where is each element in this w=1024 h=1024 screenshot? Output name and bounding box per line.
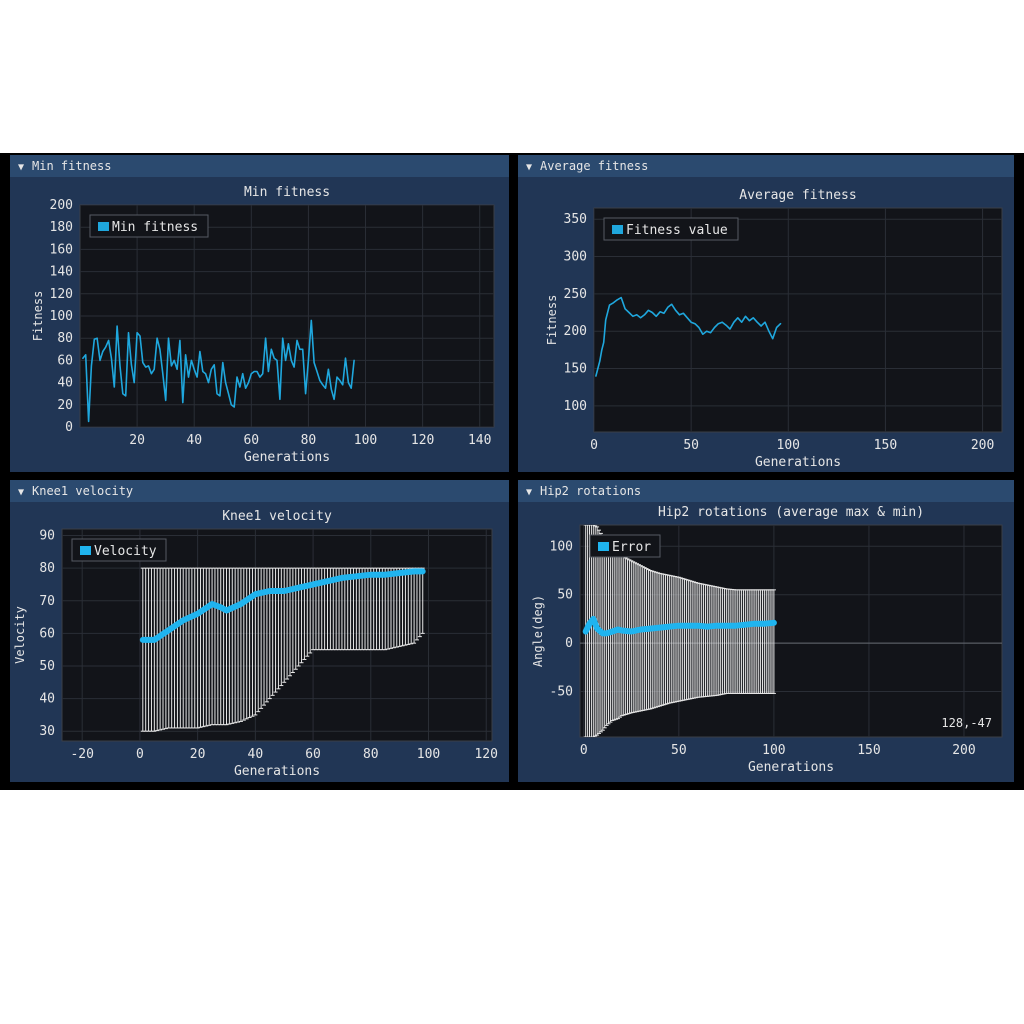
y-tick-label: 180 — [50, 220, 73, 235]
x-tick-label: 0 — [580, 743, 588, 758]
x-tick-label: 200 — [971, 438, 994, 453]
y-tick-label: 40 — [39, 692, 55, 707]
legend-label: Min fitness — [112, 220, 198, 235]
y-tick-label: 100 — [564, 399, 587, 414]
x-tick-label: 60 — [243, 433, 259, 448]
x-tick-label: 80 — [363, 747, 379, 762]
y-axis-label: Angle(deg) — [531, 595, 545, 667]
y-tick-label: 200 — [50, 198, 73, 213]
legend-swatch — [612, 225, 623, 234]
y-tick-label: 120 — [50, 287, 73, 302]
x-tick-label: 100 — [777, 438, 800, 453]
x-tick-label: 20 — [129, 433, 145, 448]
x-tick-label: 40 — [186, 433, 202, 448]
y-axis-label: Fitness — [31, 291, 45, 342]
dashboard: ▼ Min fitness Min fitness 20 40 60 80 100 120 14… — [0, 153, 1024, 790]
y-tick-label: 50 — [557, 588, 573, 603]
x-tick-label: 60 — [305, 747, 321, 762]
mouse-position-readout: 128,-47 — [941, 716, 992, 730]
y-axis-label: Fitness — [545, 295, 559, 346]
triangle-down-icon[interactable]: ▼ — [526, 482, 540, 502]
x-tick-label: 100 — [762, 743, 785, 758]
y-tick-label: 80 — [39, 561, 55, 576]
x-axis-label: Generations — [244, 450, 330, 465]
chart-title: Knee1 velocity — [222, 509, 332, 524]
window-title: Min fitness — [32, 159, 112, 173]
legend-swatch — [98, 222, 109, 231]
x-tick-label: 140 — [468, 433, 491, 448]
y-tick-label: 70 — [39, 594, 55, 609]
x-tick-label: 40 — [248, 747, 264, 762]
window-title: Average fitness — [540, 159, 649, 173]
y-tick-label: -50 — [550, 685, 573, 700]
y-tick-label: 250 — [564, 287, 587, 302]
x-tick-label: 150 — [857, 743, 880, 758]
window-titlebar[interactable]: ▼ Average fitness — [518, 155, 1014, 177]
window-title: Knee1 velocity — [32, 484, 134, 498]
x-tick-label: 100 — [417, 747, 440, 762]
legend-swatch — [598, 542, 609, 551]
y-tick-label: 60 — [57, 353, 73, 368]
y-tick-label: 60 — [39, 626, 55, 641]
x-tick-label: 100 — [354, 433, 377, 448]
hip2-rotations-chart[interactable]: Hip2 rotations (average max & min) 0 50 100… — [518, 502, 1014, 782]
y-tick-label: 20 — [57, 398, 73, 413]
triangle-down-icon[interactable]: ▼ — [18, 482, 32, 502]
y-tick-label: 30 — [39, 724, 55, 739]
y-tick-label: 100 — [50, 309, 73, 324]
x-tick-label: 50 — [683, 438, 699, 453]
x-tick-label: 150 — [874, 438, 897, 453]
x-axis-label: Generations — [748, 760, 834, 775]
x-tick-label: 50 — [671, 743, 687, 758]
y-tick-label: 150 — [564, 362, 587, 377]
y-tick-label: 100 — [550, 539, 573, 554]
y-tick-label: 40 — [57, 376, 73, 391]
legend-label: Error — [612, 540, 651, 555]
window-knee1-velocity: ▼ Knee1 velocity Knee1 velocity -20 0 20 40 60… — [10, 480, 509, 782]
x-tick-label: -20 — [70, 747, 93, 762]
window-average-fitness: ▼ Average fitness Average fitness 0 50 100 15… — [518, 155, 1014, 472]
legend-swatch — [80, 546, 91, 555]
window-titlebar[interactable]: ▼ Min fitness — [10, 155, 509, 177]
chart-title: Hip2 rotations (average max & min) — [658, 505, 924, 520]
knee1-velocity-chart[interactable]: Knee1 velocity -20 0 20 40 60 80 100 120 30 40 50 60… — [10, 502, 509, 782]
y-tick-label: 160 — [50, 242, 73, 257]
y-tick-label: 0 — [65, 420, 73, 435]
triangle-down-icon[interactable]: ▼ — [18, 157, 32, 177]
x-tick-label: 200 — [952, 743, 975, 758]
y-axis-label: Velocity — [13, 606, 27, 664]
x-tick-label: 0 — [136, 747, 144, 762]
x-tick-label: 120 — [411, 433, 434, 448]
window-min-fitness: ▼ Min fitness Min fitness 20 40 60 80 100 120 14… — [10, 155, 509, 472]
window-title: Hip2 rotations — [540, 484, 642, 498]
x-tick-label: 20 — [190, 747, 206, 762]
y-tick-label: 80 — [57, 331, 73, 346]
y-tick-label: 350 — [564, 212, 587, 227]
chart-title: Average fitness — [739, 188, 856, 203]
x-tick-label: 80 — [301, 433, 317, 448]
average-fitness-chart[interactable]: Average fitness 0 50 100 150 200 100 150 200 250 3… — [518, 177, 1014, 472]
y-tick-label: 50 — [39, 659, 55, 674]
x-axis-label: Generations — [234, 764, 320, 779]
legend-label: Fitness value — [626, 223, 728, 238]
x-tick-label: 0 — [590, 438, 598, 453]
y-tick-label: 200 — [564, 324, 587, 339]
y-tick-label: 90 — [39, 529, 55, 544]
window-titlebar[interactable]: ▼ Knee1 velocity — [10, 480, 509, 502]
chart-title: Min fitness — [244, 185, 330, 200]
window-titlebar[interactable]: ▼ Hip2 rotations — [518, 480, 1014, 502]
triangle-down-icon[interactable]: ▼ — [526, 157, 540, 177]
min-fitness-chart[interactable]: Min fitness 20 40 60 80 100 120 140 0 20 40 60 80 100… — [10, 177, 509, 472]
x-axis-label: Generations — [755, 455, 841, 470]
plot-area — [593, 207, 1003, 433]
legend-label: Velocity — [94, 544, 157, 559]
x-tick-label: 120 — [474, 747, 497, 762]
y-tick-label: 300 — [564, 250, 587, 265]
window-hip2-rotations: ▼ Hip2 rotations Hip2 rotations (average … — [518, 480, 1014, 782]
y-tick-label: 140 — [50, 265, 73, 280]
y-tick-label: 0 — [565, 636, 573, 651]
